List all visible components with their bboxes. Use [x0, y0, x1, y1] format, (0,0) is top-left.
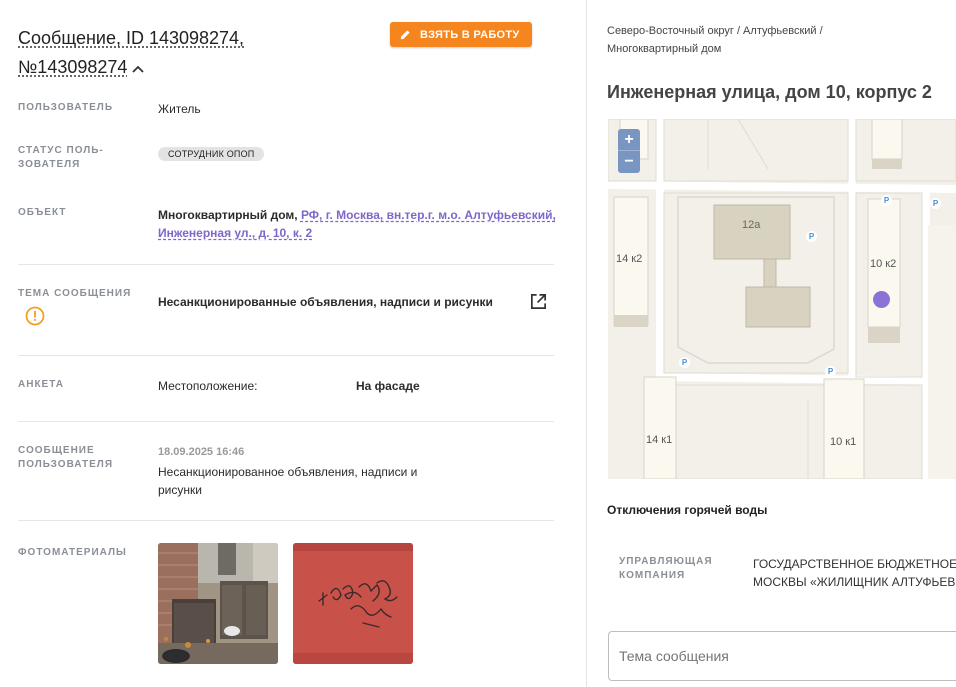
parking-icon: P — [825, 366, 836, 377]
status-label: СТАТУС ПОЛЬ- ЗОВАТЕЛЯ — [18, 144, 104, 172]
survey-key: Местоположение: — [158, 379, 258, 393]
building-label: 10 к2 — [870, 258, 897, 270]
chevron-up-icon[interactable] — [131, 54, 145, 83]
management-company-label: УПРАВЛЯЮЩАЯ КОМПАНИЯ — [619, 555, 713, 583]
map[interactable]: 12а 14 к2 10 к2 14 к1 10 к1 P P P P P + … — [608, 119, 956, 479]
title-line-1: Сообщение, ID 143098274, — [18, 28, 245, 48]
object-address-title: Инженерная улица, дом 10, корпус 2 — [607, 82, 932, 102]
object-address-link-2[interactable]: Инженерная ул., д. 10, к. 2 — [158, 226, 312, 240]
management-company-value-line-1: ГОСУДАРСТВЕННОЕ БЮДЖЕТНОЕ У — [753, 557, 956, 571]
hot-water-outage-title: Отключения горячей воды — [607, 503, 768, 517]
building-label: 14 к2 — [616, 253, 643, 265]
object-type: Многоквартирный дом, — [158, 208, 298, 222]
user-value: Житель — [158, 102, 201, 116]
breadcrumb-line-2[interactable]: Многоквартирный дом — [607, 40, 867, 58]
page-title: Сообщение, ID 143098274, №143098274 — [18, 24, 378, 83]
user-message-text-2: рисунки — [158, 483, 202, 497]
title-line-2: №143098274 — [18, 57, 128, 77]
warning-icon — [25, 306, 45, 326]
divider — [18, 520, 554, 521]
photo-thumbnail[interactable] — [158, 543, 278, 664]
management-company-label-line-1: УПРАВЛЯЮЩАЯ — [619, 556, 713, 567]
building-label: 12а — [742, 219, 761, 231]
parking-icon: P — [881, 195, 892, 206]
user-message: 18.09.2025 16:46 Несанкционированное объ… — [158, 443, 458, 499]
parking-icon: P — [679, 357, 690, 368]
management-company-value-line-2: МОСКВЫ «ЖИЛИЩНИК АЛТУФЬЕВ — [753, 575, 956, 589]
theme-label: ТЕМА СООБЩЕНИЯ — [18, 288, 132, 299]
user-message-label-line-2: ПОЛЬЗОВАТЕЛЯ — [18, 459, 114, 470]
status-label-line-2: ЗОВАТЕЛЯ — [18, 159, 81, 170]
survey-value: На фасаде — [356, 379, 420, 393]
zoom-control: + − — [618, 129, 640, 173]
divider — [18, 421, 554, 422]
take-to-work-button[interactable]: ВЗЯТЬ В РАБОТУ — [390, 22, 532, 47]
breadcrumb: Северо-Восточный округ / Алтуфьевский / … — [607, 22, 867, 58]
user-message-label-line-1: СООБЩЕНИЕ — [18, 445, 95, 456]
user-message-label: СООБЩЕНИЕ ПОЛЬЗОВАТЕЛЯ — [18, 444, 113, 472]
theme-value: Несанкционированные объявления, надписи … — [158, 295, 493, 309]
object-value: Многоквартирный дом, РФ, г. Москва, вн.т… — [158, 206, 558, 242]
status-badge: СОТРУДНИК ОПОП — [158, 147, 265, 161]
building-label: 10 к1 — [830, 436, 857, 448]
message-panel: Сообщение, ID 143098274, №143098274 ВЗЯТ… — [0, 0, 587, 687]
object-address-link[interactable]: РФ, г. Москва, вн.тер.г. м.о. Алтуфьевск… — [301, 208, 556, 222]
zoom-in-button[interactable]: + — [618, 129, 640, 151]
zoom-out-button[interactable]: − — [618, 151, 640, 173]
survey-label: АНКЕТА — [18, 379, 64, 390]
building-label: 14 к1 — [646, 434, 673, 446]
divider — [18, 355, 554, 356]
management-company-label-line-2: КОМПАНИЯ — [619, 570, 686, 581]
location-marker[interactable] — [873, 291, 890, 308]
parking-icon: P — [806, 231, 817, 242]
user-label: ПОЛЬЗОВАТЕЛЬ — [18, 102, 114, 113]
breadcrumb-line-1[interactable]: Северо-Восточный округ / Алтуфьевский / — [607, 22, 867, 40]
object-label: ОБЪЕКТ — [18, 207, 67, 218]
external-link-icon[interactable] — [529, 292, 548, 311]
take-to-work-label: ВЗЯТЬ В РАБОТУ — [420, 28, 520, 41]
user-message-text-1: Несанкционированное объявления, надписи … — [158, 465, 418, 479]
user-message-date: 18.09.2025 16:46 — [158, 446, 245, 458]
object-info-panel: Северо-Восточный округ / Алтуфьевский / … — [588, 0, 956, 687]
management-company-value: ГОСУДАРСТВЕННОЕ БЮДЖЕТНОЕ У МОСКВЫ «ЖИЛИ… — [753, 555, 956, 591]
photo-thumbnail[interactable] — [293, 543, 413, 664]
divider — [18, 264, 554, 265]
message-theme-input[interactable] — [608, 631, 956, 681]
pencil-icon — [400, 30, 410, 40]
parking-icon: P — [930, 198, 941, 209]
status-label-line-1: СТАТУС ПОЛЬ- — [18, 145, 104, 156]
status-value: СОТРУДНИК ОПОП — [158, 144, 265, 162]
photos-label: ФОТОМАТЕРИАЛЫ — [18, 547, 127, 558]
